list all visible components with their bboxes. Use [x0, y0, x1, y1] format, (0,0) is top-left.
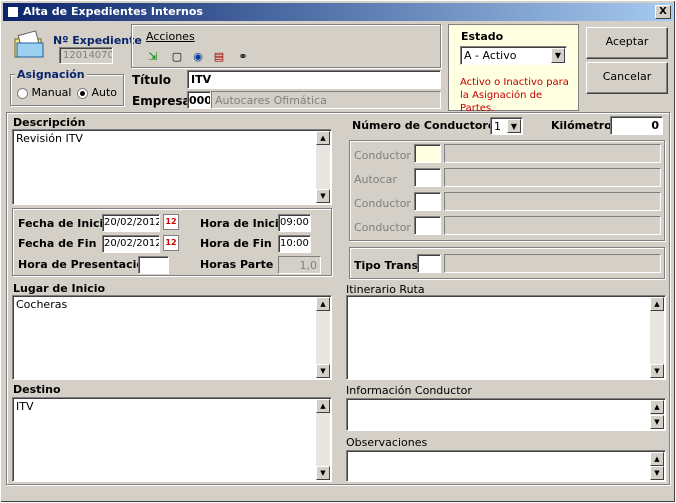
tab-acciones[interactable]: Acciones [146, 30, 195, 43]
conductor3-label: Conductor 3 [354, 221, 422, 234]
autocar-label: Autocar [354, 173, 397, 186]
cancelar-button-label: Cancelar [602, 70, 652, 83]
expediente-field: 12014070 [59, 47, 113, 64]
view-icon[interactable]: ◉ [188, 48, 208, 66]
num-conductores-label: Número de Conductores [352, 119, 502, 132]
observaciones-scrollbar[interactable]: ▲ ▼ [650, 452, 664, 480]
num-conductores-value: 1 [494, 120, 501, 133]
binoculars-icon[interactable]: ⚭ [233, 48, 253, 66]
print-icon[interactable]: ▤ [209, 48, 229, 66]
km-field[interactable]: 0 [610, 116, 663, 135]
estado-help-text: Activo o Inactivo para la Asignación de … [460, 77, 569, 114]
descripcion-field[interactable]: Revisión ITV ▲ ▼ [12, 129, 332, 205]
observaciones-field[interactable]: ▲ ▼ [346, 450, 666, 482]
chevron-down-icon[interactable]: ▼ [551, 48, 565, 63]
titulo-label: Título [132, 73, 171, 87]
conductor2-code-field[interactable] [414, 192, 441, 211]
lugar-inicio-scrollbar[interactable]: ▲ ▼ [316, 297, 330, 378]
radio-auto[interactable]: Auto [77, 86, 117, 99]
autocar-code-field[interactable] [414, 168, 441, 187]
hora-fin-label: Hora de Fin [200, 237, 272, 250]
info-conductor-scrollbar[interactable]: ▲ ▼ [650, 400, 664, 429]
itinerario-scrollbar[interactable]: ▲ ▼ [650, 297, 664, 378]
cancelar-button[interactable]: Cancelar [586, 62, 668, 94]
lugar-inicio-text: Cocheras [16, 298, 68, 311]
hora-inicio-label: Hora de Inicio [200, 217, 287, 230]
radio-auto-circle[interactable] [77, 87, 88, 99]
titulo-field[interactable]: ITV [187, 70, 441, 89]
window-title: Alta de Expedientes Internos [23, 5, 203, 18]
hora-presentacion-field[interactable] [138, 256, 169, 274]
conductor2-name-field [444, 192, 661, 211]
estado-select[interactable]: A - Activo ▼ [460, 46, 567, 65]
exit-icon[interactable]: ⇲ [143, 48, 163, 66]
lugar-inicio-label: Lugar de Inicio [13, 282, 106, 295]
conductor3-code-field[interactable] [414, 216, 441, 235]
chevron-down-icon[interactable]: ▼ [507, 119, 521, 133]
autocar-name-field [444, 168, 661, 187]
conductor1-label: Conductor 1 [354, 149, 422, 162]
destino-scrollbar[interactable]: ▲ ▼ [316, 399, 330, 480]
itinerario-field[interactable]: ▲ ▼ [346, 295, 666, 380]
descripcion-text: Revisión ITV [16, 132, 83, 145]
hora-fin-field[interactable]: 10:00 [278, 235, 311, 253]
app-icon [7, 6, 19, 18]
descripcion-label: Descripción [13, 116, 86, 129]
horas-parte-field: 1,0 [278, 256, 321, 274]
horas-parte-label: Horas Parte [200, 258, 274, 271]
descripcion-scrollbar[interactable]: ▲ ▼ [316, 131, 330, 203]
conductor1-name-field [444, 144, 661, 163]
radio-auto-label: Auto [91, 86, 118, 99]
document-icon[interactable]: ▢ [167, 48, 187, 66]
fecha-fin-label: Fecha de Fin [18, 237, 97, 250]
empresa-code-field[interactable]: 000 [187, 91, 211, 109]
close-button[interactable]: X [655, 5, 671, 19]
info-conductor-label: Información Conductor [346, 384, 472, 397]
conductor1-code-field[interactable] [414, 144, 441, 163]
hora-presentacion-label: Hora de Presentación [18, 258, 152, 271]
destino-field[interactable]: ITV ▲ ▼ [12, 397, 332, 482]
title-bar: Alta de Expedientes Internos X [3, 3, 673, 21]
fecha-fin-field[interactable]: 20/02/2012 [102, 235, 160, 253]
expediente-label: Nº Expediente [53, 34, 142, 47]
asignacion-label: Asignación [15, 68, 87, 81]
radio-manual-circle[interactable] [17, 87, 28, 99]
lugar-inicio-field[interactable]: Cocheras ▲ ▼ [12, 295, 332, 380]
radio-manual[interactable]: Manual [17, 86, 71, 99]
destino-text: ITV [16, 400, 34, 413]
conductor3-name-field [444, 216, 661, 235]
estado-label: Estado [461, 30, 504, 43]
calendar-icon[interactable]: 12 [163, 214, 179, 230]
fecha-inicio-label: Fecha de Inicio [18, 217, 111, 230]
tipo-transp-code-field[interactable] [417, 254, 441, 273]
fecha-inicio-field[interactable]: 20/02/2012 [102, 214, 160, 232]
info-conductor-field[interactable]: ▲ ▼ [346, 398, 666, 431]
num-conductores-select[interactable]: 1 ▼ [490, 117, 523, 135]
calendar-icon[interactable]: 12 [163, 235, 179, 251]
radio-manual-label: Manual [31, 86, 72, 99]
aceptar-button-label: Aceptar [605, 35, 649, 48]
observaciones-label: Observaciones [346, 436, 428, 449]
tipo-transp-name-field [444, 254, 661, 273]
empresa-name-field: Autocares Ofimática [211, 91, 441, 109]
aceptar-button[interactable]: Aceptar [586, 27, 668, 59]
conductor2-label: Conductor 2 [354, 197, 422, 210]
estado-select-value: A - Activo [464, 49, 517, 62]
empresa-label: Empresa [132, 94, 191, 108]
hora-inicio-field[interactable]: 09:00 [278, 214, 311, 232]
tipo-transp-label: Tipo Transp [354, 259, 426, 272]
window: Alta de Expedientes Internos X Nº Expedi… [0, 0, 676, 503]
destino-label: Destino [13, 383, 61, 396]
km-label: Kilómetros [551, 119, 619, 132]
folder-icon [12, 29, 46, 61]
